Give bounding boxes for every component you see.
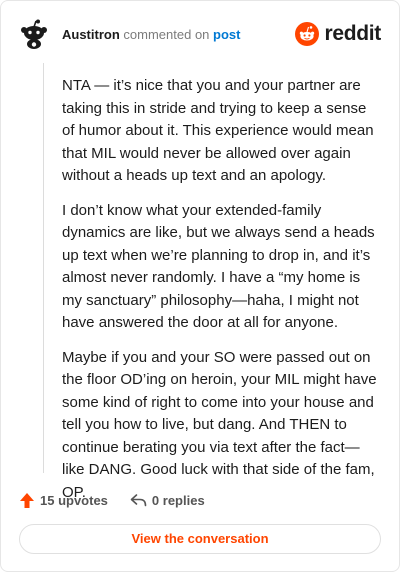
- byline: Austitron commented on post: [62, 27, 240, 43]
- reply-button[interactable]: 0 replies: [130, 493, 205, 508]
- reddit-wordmark: reddit: [324, 22, 381, 45]
- reddit-logo-icon: [295, 22, 320, 46]
- reply-count: 0 replies: [151, 492, 205, 508]
- comment-paragraph: I don’t know what your extended-family d…: [62, 201, 375, 332]
- upvote-count: 15 upvotes: [40, 492, 108, 508]
- view-conversation-button[interactable]: View the conversation: [19, 524, 381, 554]
- upvote-arrow-icon: [20, 492, 34, 508]
- comment-paragraph: NTA — it’s nice that you and your partne…: [62, 77, 374, 184]
- comment-card: Austitron commented on post reddit NTA —…: [0, 0, 400, 572]
- username-link[interactable]: Austitron: [62, 27, 120, 42]
- snoo-avatar-icon[interactable]: [19, 19, 49, 49]
- comment-body: NTA — it’s nice that you and your partne…: [62, 75, 380, 516]
- byline-action-text: commented on: [123, 27, 210, 42]
- reply-arrow-icon: [130, 494, 147, 507]
- comment-header: Austitron commented on post reddit: [19, 19, 381, 49]
- comment-paragraph: Maybe if you and your SO were passed out…: [62, 348, 377, 501]
- reddit-brand[interactable]: reddit: [295, 21, 381, 47]
- thread-line: [43, 63, 44, 473]
- post-link[interactable]: post: [213, 27, 240, 42]
- upvote-button[interactable]: 15 upvotes: [19, 492, 108, 509]
- comment-actions: 15 upvotes 0 replies: [19, 489, 205, 511]
